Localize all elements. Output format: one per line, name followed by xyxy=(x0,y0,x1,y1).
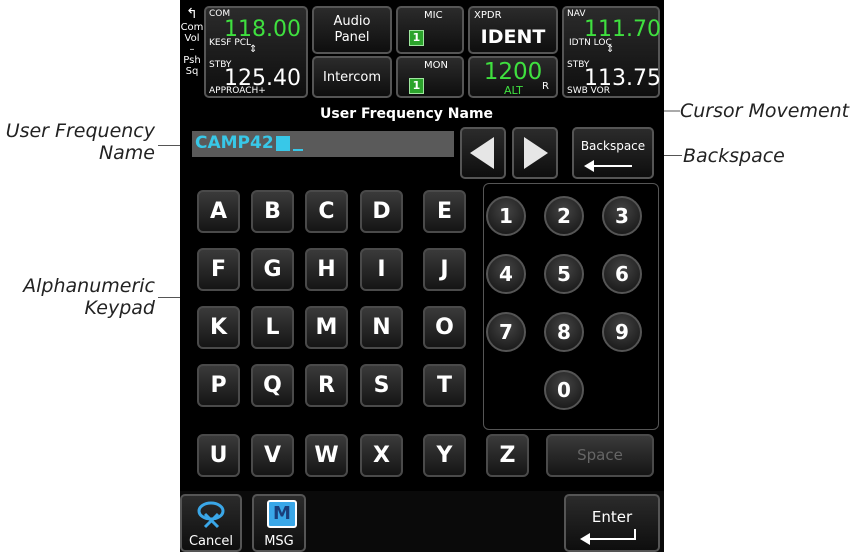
cursor-right-button[interactable] xyxy=(512,127,558,179)
key-c[interactable]: C xyxy=(305,190,348,233)
right-arrow-icon xyxy=(524,137,548,169)
key-7[interactable]: 7 xyxy=(486,312,526,352)
mic-indicator: 1 xyxy=(409,30,424,46)
key-e[interactable]: E xyxy=(423,190,466,233)
mic-button[interactable]: MIC 1 xyxy=(396,6,464,54)
key-o[interactable]: O xyxy=(423,306,466,349)
nav-label: NAV xyxy=(567,9,586,19)
msg-icon: M xyxy=(267,500,297,528)
space-button[interactable]: Space xyxy=(546,434,654,477)
key-8[interactable]: 8 xyxy=(544,312,584,352)
key-y[interactable]: Y xyxy=(423,434,466,477)
key-s[interactable]: S xyxy=(360,364,403,407)
enter-button[interactable]: Enter xyxy=(564,494,660,552)
key-r[interactable]: R xyxy=(305,364,348,407)
key-i[interactable]: I xyxy=(360,248,403,291)
swap-arrows-icon[interactable]: ⇕ xyxy=(249,44,257,55)
key-m[interactable]: M xyxy=(305,306,348,349)
com-standby-id: APPROACH+ xyxy=(209,86,266,96)
mon-button[interactable]: MON 1 xyxy=(396,56,464,98)
msg-button[interactable]: M MSG xyxy=(252,494,306,552)
key-9[interactable]: 9 xyxy=(602,312,642,352)
key-l[interactable]: L xyxy=(251,306,294,349)
text-cursor xyxy=(276,136,290,151)
cancel-button[interactable]: Cancel xyxy=(180,494,242,552)
xpdr-code-button[interactable]: 1200 ALT R xyxy=(468,56,558,98)
key-n[interactable]: N xyxy=(360,306,403,349)
com-volume-strip[interactable]: ↰ Com Vol – Psh Sq xyxy=(180,6,204,102)
enter-arrow-icon xyxy=(580,529,636,545)
key-4[interactable]: 4 xyxy=(486,254,526,294)
key-2[interactable]: 2 xyxy=(544,196,584,236)
mon-indicator: 1 xyxy=(409,78,424,94)
audio-panel-button[interactable]: Audio Panel xyxy=(312,6,392,54)
cursor-left-button[interactable] xyxy=(460,127,506,179)
key-3[interactable]: 3 xyxy=(602,196,642,236)
key-0[interactable]: 0 xyxy=(544,370,584,410)
nav-standby-id: SWB VOR xyxy=(567,86,610,96)
key-p[interactable]: P xyxy=(197,364,240,407)
key-w[interactable]: W xyxy=(305,434,348,477)
key-d[interactable]: D xyxy=(360,190,403,233)
key-a[interactable]: A xyxy=(197,190,240,233)
key-x[interactable]: X xyxy=(360,434,403,477)
xpdr-ident-button[interactable]: XPDR IDENT xyxy=(468,6,558,54)
device-screen: ↰ Com Vol – Psh Sq COM 118.00 KESF PCL ⇕… xyxy=(180,0,664,552)
backspace-button[interactable]: Backspace xyxy=(572,127,654,179)
cursor-underscore xyxy=(293,149,303,151)
key-j[interactable]: J xyxy=(423,248,466,291)
key-1[interactable]: 1 xyxy=(486,196,526,236)
com-frequency-tile[interactable]: COM 118.00 KESF PCL ⇕ STBY 125.40 APPROA… xyxy=(204,6,308,98)
key-5[interactable]: 5 xyxy=(544,254,584,294)
key-u[interactable]: U xyxy=(197,434,240,477)
key-g[interactable]: G xyxy=(251,248,294,291)
callout-alphanumeric-keypad: Alphanumeric Keypad xyxy=(23,275,155,319)
frequency-name-input[interactable]: CAMP42 xyxy=(192,131,454,157)
back-arrow-icon: ↰ xyxy=(186,6,198,22)
backspace-arrow-icon xyxy=(584,160,632,172)
nav-swap-arrows-icon[interactable]: ⇕ xyxy=(606,44,614,55)
key-f[interactable]: F xyxy=(197,248,240,291)
com-active-id: KESF PCL xyxy=(209,38,252,48)
nav-frequency-tile[interactable]: NAV 111.70 IDTN LOC ⇕ STBY 113.75 SWB VO… xyxy=(562,6,661,98)
key-v[interactable]: V xyxy=(251,434,294,477)
left-arrow-icon xyxy=(470,137,494,169)
intercom-button[interactable]: Intercom xyxy=(312,56,392,98)
cancel-icon xyxy=(197,501,225,529)
callout-cursor-movement: Cursor Movement xyxy=(680,100,850,122)
callout-user-frequency-name: User Frequency Name xyxy=(5,120,155,164)
key-h[interactable]: H xyxy=(305,248,348,291)
key-6[interactable]: 6 xyxy=(602,254,642,294)
xpdr-mode: ALT xyxy=(504,84,523,97)
page-title: User Frequency Name xyxy=(320,106,494,122)
key-k[interactable]: K xyxy=(197,306,240,349)
key-b[interactable]: B xyxy=(251,190,294,233)
xpdr-reply: R xyxy=(542,81,549,92)
frequency-name-value: CAMP42 xyxy=(195,133,274,153)
key-z[interactable]: Z xyxy=(486,434,529,477)
callout-backspace: Backspace xyxy=(683,145,785,167)
key-t[interactable]: T xyxy=(423,364,466,407)
key-q[interactable]: Q xyxy=(251,364,294,407)
